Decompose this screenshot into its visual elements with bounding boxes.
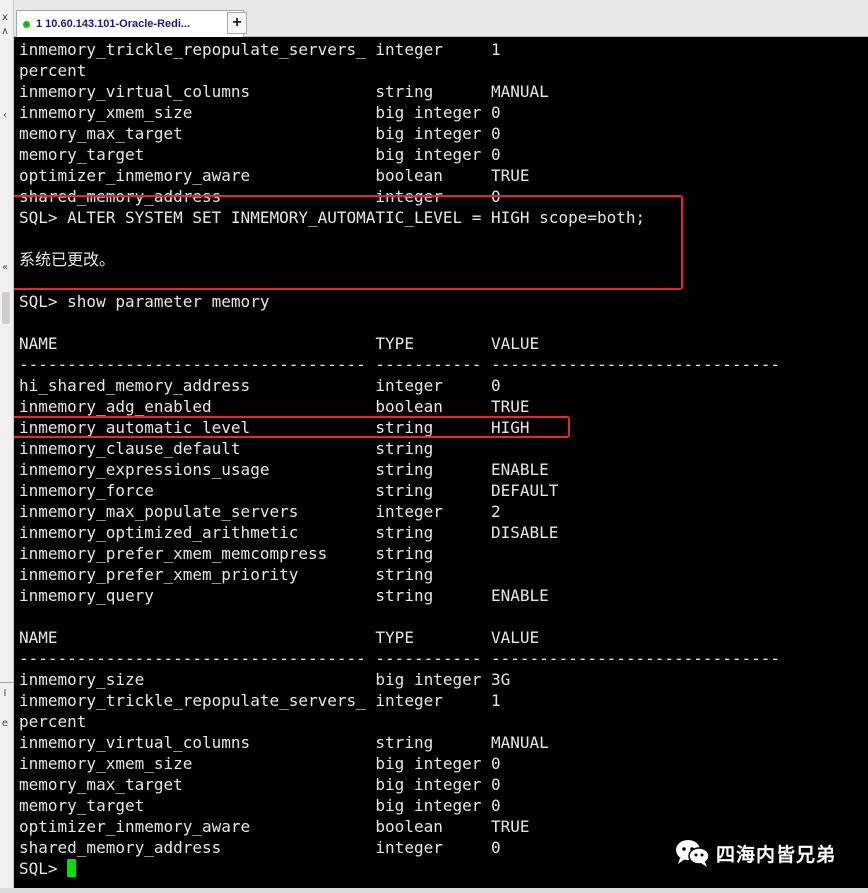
terminal-line: memory_target big integer 0 — [19, 796, 501, 815]
terminal-line: inmemory_adg_enabled boolean TRUE — [19, 397, 530, 416]
terminal-line: NAME TYPE VALUE — [19, 334, 540, 353]
tab-bar: 1 10.60.143.101-Oracle-Redi... + — [14, 0, 868, 37]
sql-prompt: SQL> — [19, 859, 68, 878]
terminal-output[interactable]: inmemory_trickle_repopulate_servers_ int… — [14, 37, 868, 888]
terminal-line: memory_max_target big integer 0 — [19, 124, 501, 143]
terminal-line: inmemory_automatic_level string HIGH — [19, 418, 530, 437]
terminal-line: inmemory_trickle_repopulate_servers_ int… — [19, 691, 501, 710]
gutter-scrollbar[interactable] — [2, 292, 10, 324]
watermark-text: 四海内皆兄弟 — [716, 843, 837, 866]
terminal-line: percent — [19, 61, 87, 80]
terminal-line: inmemory_prefer_xmem_memcompress string — [19, 544, 434, 563]
terminal-line: optimizer_inmemory_aware boolean TRUE — [19, 166, 530, 185]
terminal-line: optimizer_inmemory_aware boolean TRUE — [19, 817, 530, 836]
terminal-line: shared_memory_address integer 0 — [19, 187, 501, 206]
terminal-line: ------------------------------------ ---… — [19, 649, 780, 668]
terminal-line: inmemory_max_populate_servers integer 2 — [19, 502, 501, 521]
terminal-line: inmemory_size big integer 3G — [19, 670, 511, 689]
gutter-mark: e — [1, 718, 9, 729]
wechat-icon — [674, 838, 710, 868]
terminal-line: ------------------------------------ ---… — [19, 355, 780, 374]
terminal-line: 系统已更改。 — [19, 250, 116, 269]
gutter-mark: ‹ — [3, 110, 7, 121]
gutter-divider — [0, 682, 14, 683]
terminal-line: inmemory_virtual_columns string MANUAL — [19, 82, 549, 101]
terminal-line: shared_memory_address integer 0 — [19, 838, 501, 857]
terminal-line: inmemory_virtual_columns string MANUAL — [19, 733, 549, 752]
text-cursor — [67, 859, 77, 877]
connection-status-icon — [23, 20, 30, 28]
terminal-line: inmemory_prefer_xmem_priority string — [19, 565, 434, 584]
new-tab-button[interactable]: + — [227, 12, 247, 34]
gutter-mark: « — [1, 262, 9, 273]
gutter-mark: ∧ — [1, 26, 9, 37]
terminal-line: NAME TYPE VALUE — [19, 628, 540, 647]
terminal-line: inmemory_clause_default string — [19, 439, 434, 458]
terminal-line: memory_target big integer 0 — [19, 145, 501, 164]
terminal-line: inmemory_trickle_repopulate_servers_ int… — [19, 40, 501, 59]
terminal-line: inmemory_force string DEFAULT — [19, 481, 559, 500]
terminal-line: inmemory_expressions_usage string ENABLE — [19, 460, 549, 479]
terminal-line: inmemory_query string ENABLE — [19, 586, 549, 605]
terminal-prompt-line[interactable]: SQL> — [19, 858, 780, 879]
window-bottom-border — [0, 888, 868, 893]
watermark: 四海内皆兄弟 — [674, 838, 836, 868]
terminal-line: inmemory_optimized_arithmetic string DIS… — [19, 523, 559, 542]
terminal-line: inmemory_xmem_size big integer 0 — [19, 103, 501, 122]
terminal-lines: inmemory_trickle_repopulate_servers_ int… — [19, 39, 780, 879]
tab-session-label: 1 10.60.143.101-Oracle-Redi... — [36, 18, 191, 30]
gutter-mark: I — [3, 688, 7, 699]
left-gutter: x ∧ ‹ « I e — [0, 0, 14, 893]
tab-session[interactable]: 1 10.60.143.101-Oracle-Redi... — [16, 10, 244, 37]
gutter-mark: x — [2, 12, 8, 23]
terminal-line: memory_max_target big integer 0 — [19, 775, 501, 794]
terminal-line: hi_shared_memory_address integer 0 — [19, 376, 501, 395]
terminal-line: SQL> ALTER SYSTEM SET INMEMORY_AUTOMATIC… — [19, 208, 646, 227]
terminal-line: SQL> show parameter memory — [19, 292, 270, 311]
terminal-line: inmemory_xmem_size big integer 0 — [19, 754, 501, 773]
terminal-line: percent — [19, 712, 87, 731]
